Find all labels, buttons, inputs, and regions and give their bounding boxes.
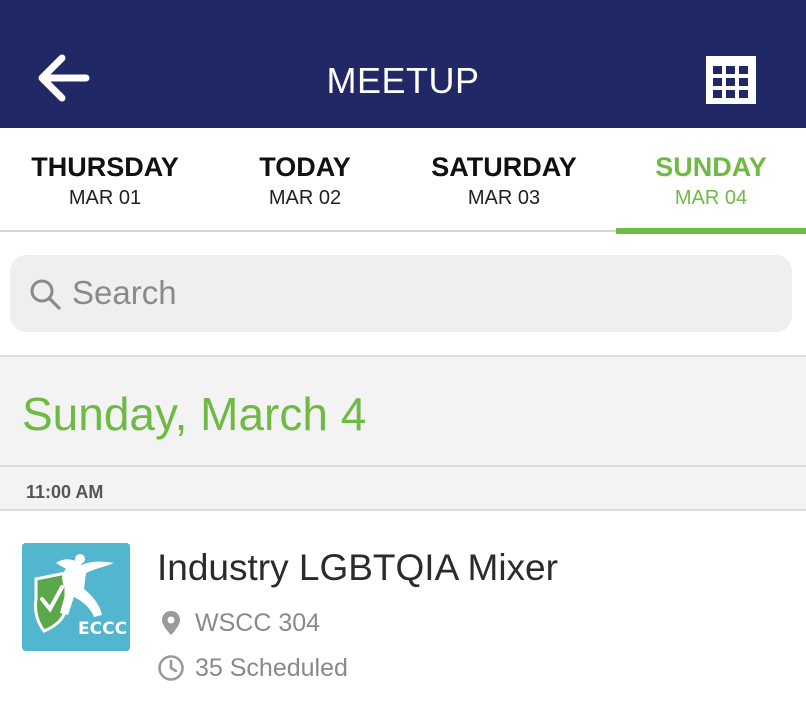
time-slot-header: 11:00 AM xyxy=(0,467,806,511)
event-list-item[interactable]: ECCC Industry LGBTQIA Mixer WSCC 304 35 … xyxy=(0,511,806,722)
time-slot-label: 11:00 AM xyxy=(26,482,104,502)
day-date: MAR 04 xyxy=(674,187,748,209)
day-name: SUNDAY xyxy=(655,152,767,182)
map-pin-icon xyxy=(162,611,180,635)
day-tabs: THURSDAY MAR 01 TODAY MAR 02 SATURDAY MA… xyxy=(0,128,806,234)
search-input[interactable] xyxy=(72,270,772,316)
grid-calendar-icon xyxy=(706,56,756,104)
calendar-grid-button[interactable] xyxy=(704,54,758,106)
event-logo-text: ECCC xyxy=(78,619,128,639)
clock-icon xyxy=(158,655,184,681)
day-date: MAR 01 xyxy=(68,187,142,209)
search-bar[interactable] xyxy=(10,255,792,332)
tab-sunday[interactable]: SUNDAY MAR 04 xyxy=(616,128,806,234)
day-date: MAR 03 xyxy=(467,187,541,209)
app-header: MEETUP xyxy=(0,0,806,128)
day-name: THURSDAY xyxy=(31,152,179,182)
tab-today[interactable]: TODAY MAR 02 xyxy=(210,128,400,232)
event-scheduled-count: 35 Scheduled xyxy=(195,653,348,682)
search-icon xyxy=(30,279,61,310)
event-scheduled-row: 35 Scheduled xyxy=(157,651,348,685)
day-name: SATURDAY xyxy=(431,152,577,182)
day-date: MAR 02 xyxy=(268,187,342,209)
event-title: Industry LGBTQIA Mixer xyxy=(157,547,558,588)
event-logo: ECCC xyxy=(22,543,130,651)
tab-saturday[interactable]: SATURDAY MAR 03 xyxy=(409,128,599,232)
page-title: MEETUP xyxy=(326,60,480,101)
section-title: Sunday, March 4 xyxy=(22,388,367,440)
event-location-row: WSCC 304 xyxy=(157,606,320,640)
event-location: WSCC 304 xyxy=(195,608,321,637)
tab-thursday[interactable]: THURSDAY MAR 01 xyxy=(10,128,200,232)
day-name: TODAY xyxy=(259,152,351,182)
date-section-header: Sunday, March 4 xyxy=(0,355,806,467)
